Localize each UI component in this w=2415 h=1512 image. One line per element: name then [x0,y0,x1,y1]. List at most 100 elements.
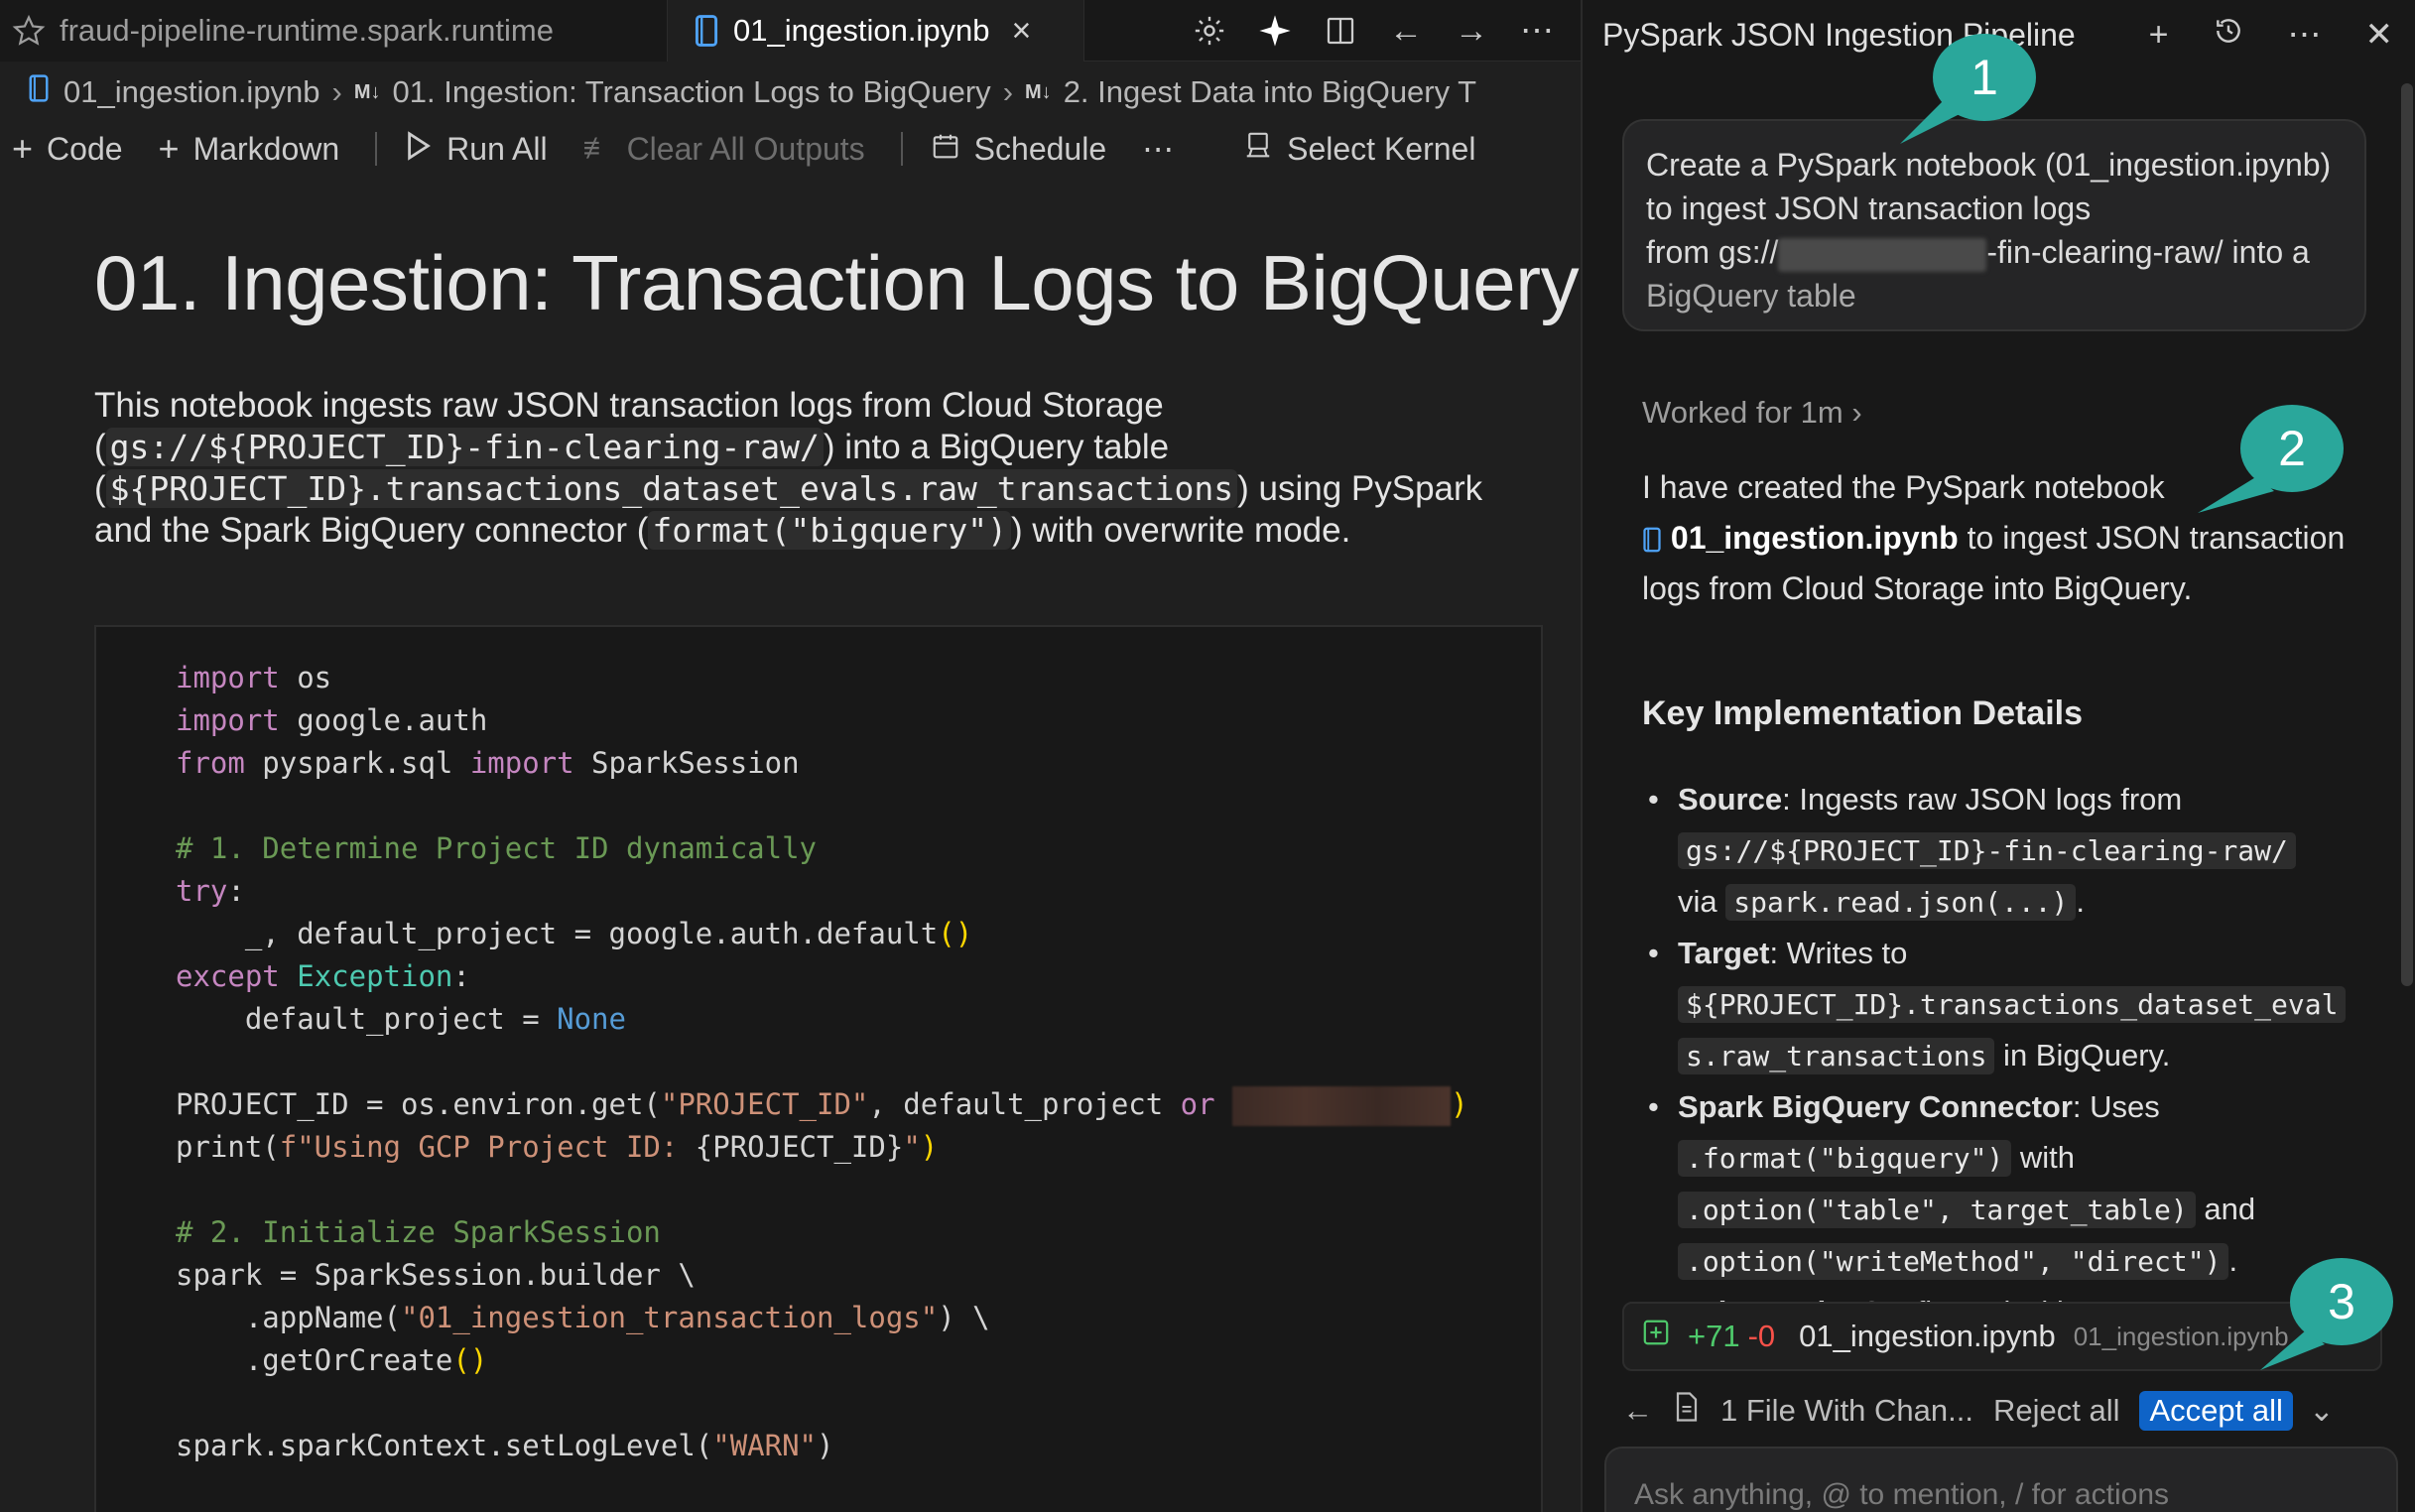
code-cell[interactable]: import os import google.auth from pyspar… [94,625,1543,1512]
item-text: and [2195,1192,2256,1226]
code-string: f"Using GCP Project ID: [279,1130,696,1164]
clear-all-icon: ≢ [582,132,613,165]
worked-duration-toggle[interactable]: Worked for 1m › [1642,395,1862,431]
close-tab-icon[interactable]: × [1012,12,1032,51]
changed-file-name: 01_ingestion.ipynb [1799,1319,2056,1353]
split-editor-icon[interactable] [1321,11,1360,51]
section-heading: Key Implementation Details [1642,694,2084,732]
inline-code: gs://${PROJECT_ID}-fin-clearing-raw/ [105,428,824,466]
new-chat-plus-icon[interactable]: + [2149,16,2169,55]
file-change-row[interactable]: +71 -0 01_ingestion.ipynb 01_ingestion.i… [1622,1302,2382,1371]
inline-code: gs://${PROJECT_ID}-fin-clearing-raw/ [1678,832,2296,869]
button-label: Clear All Outputs [626,130,865,167]
chevron-right-icon: › [1851,395,1862,430]
notebook-icon [1642,520,1662,556]
code-string: "01_ingestion_transaction_logs" [400,1301,939,1334]
sparkle-icon[interactable] [1255,11,1295,51]
chat-input[interactable]: Ask anything, @ to mention, / for action… [1604,1447,2398,1512]
item-text: : Ingests raw JSON logs from [1782,782,2183,817]
item-label: Source [1678,782,1783,817]
tab-label: fraud-pipeline-runtime.spark.runtime [60,13,554,48]
item-label: Target [1678,936,1770,970]
breadcrumb-section[interactable]: 2. Ingest Data into BigQuery T [1064,74,1476,110]
markdown-icon: M↓ [353,80,381,103]
code-string: "PROJECT_ID" [660,1087,869,1121]
callout-badge-3: 3 [2290,1258,2393,1345]
close-panel-icon[interactable]: ✕ [2365,15,2394,55]
changes-bar: ← 1 File With Chan... Reject all Accept … [1622,1381,2396,1441]
code-token: PROJECT_ID = os.environ.get( [176,1087,661,1121]
inline-code: .format("bigquery") [1678,1140,2012,1177]
notebook-editor: fraud-pipeline-runtime.spark.runtime 01_… [0,0,1581,1512]
add-code-cell-button[interactable]: + Code [12,128,123,170]
tab-runtime-file[interactable]: fraud-pipeline-runtime.spark.runtime [0,0,668,62]
schedule-button[interactable]: Schedule [931,128,1106,170]
item-text: : Writes to [1769,936,1908,970]
tab-notebook[interactable]: 01_ingestion.ipynb × [668,0,1084,62]
desc-text: into a BigQuery table [834,428,1170,466]
desc-text: using PySpark [1248,469,1483,508]
message-text: -fin-clearing-raw/ into a [1986,234,2310,270]
tab-bar: fraud-pipeline-runtime.spark.runtime 01_… [0,0,1581,62]
more-options-icon[interactable]: ⋯ [2288,15,2322,55]
code-token: Exception [297,959,453,993]
callout-badge-2: 2 [2240,405,2344,492]
file-link[interactable]: 01_ingestion.ipynb [1671,520,1959,556]
add-markdown-cell-button[interactable]: + Markdown [159,128,340,170]
diff-add-icon [1642,1319,1670,1354]
go-forward-icon[interactable]: → [1452,11,1491,51]
code-token: {PROJECT_ID} [695,1130,904,1164]
notebook-toolbar: + Code + Markdown Run All ≢ Clear All Outpu… [0,123,1581,175]
item-label: Spark BigQuery Connector [1678,1089,2073,1124]
code-token: from [176,746,245,780]
breadcrumb-file[interactable]: 01_ingestion.ipynb [64,74,320,110]
run-all-button[interactable]: Run All [405,128,548,170]
code-token: print( [176,1130,280,1164]
details-list: Source: Ingests raw JSON logs from gs://$… [1642,774,2356,1337]
markdown-icon: M↓ [1025,80,1052,103]
message-text: from gs:// [1646,234,1779,270]
code-token: or [1180,1087,1215,1121]
code-token: try [176,874,228,908]
history-icon[interactable] [2213,15,2244,56]
reject-all-button[interactable]: Reject all [1993,1393,2120,1429]
code-token: spark = SparkSession.builder \ [176,1258,696,1292]
list-item: Source: Ingests raw JSON logs from gs://$… [1642,774,2356,928]
inline-code: .option("writeMethod", "direct") [1678,1243,2229,1280]
desc-text: ) with overwrite mode. [1010,511,1351,550]
more-actions-icon[interactable]: ⋯ [1517,11,1557,51]
go-back-icon[interactable]: ← [1386,11,1426,51]
chevron-right-icon: › [1002,74,1014,109]
changes-summary[interactable]: 1 File With Chan... [1720,1393,1973,1429]
settings-gear-icon[interactable] [1190,11,1229,51]
scrollbar[interactable] [2401,83,2413,986]
breadcrumb-section[interactable]: 01. Ingestion: Transaction Logs to BigQu… [393,74,991,110]
chevron-down-icon[interactable]: ⌄ [2309,1393,2335,1429]
code-editor[interactable]: import os import google.auth from pyspar… [176,657,1468,1467]
toolbar-divider [375,132,378,166]
star-icon[interactable] [12,14,46,48]
select-kernel-button[interactable]: Select Kernel [1243,128,1475,170]
button-label: Run All [446,130,548,167]
code-token: None [557,1002,626,1036]
inline-code: format("bigquery") [648,511,1011,550]
calendar-icon [931,128,960,170]
code-comment: # 2. Initialize SparkSession [176,1215,661,1249]
tab-label: 01_ingestion.ipynb [733,13,990,48]
inline-code: .option("table", target_table) [1678,1192,2196,1228]
lines-removed: -0 [1747,1319,1776,1353]
assistant-response: I have created the PySpark notebook 01_i… [1642,462,2356,614]
more-toolbar-button[interactable]: ⋯ [1142,130,1174,168]
back-arrow-icon[interactable]: ← [1622,1393,1653,1429]
item-text: with [2011,1140,2076,1175]
code-token: pyspark.sql [244,746,470,780]
inline-code: ${PROJECT_ID}.transactions_dataset_eval [1678,986,2347,1023]
code-token: .appName( [244,1301,401,1334]
desc-text: This notebook ingests raw JSON transacti… [94,386,1164,425]
notebook-icon [694,15,719,47]
user-message[interactable]: Create a PySpark notebook (01_ingestion.… [1622,119,2366,331]
accept-all-button[interactable]: Accept all [2139,1391,2293,1431]
lines-added: +71 [1688,1319,1740,1353]
breadcrumb: 01_ingestion.ipynb › M↓ 01. Ingestion: T… [0,62,1581,123]
clear-all-outputs-button[interactable]: ≢ Clear All Outputs [583,131,865,168]
